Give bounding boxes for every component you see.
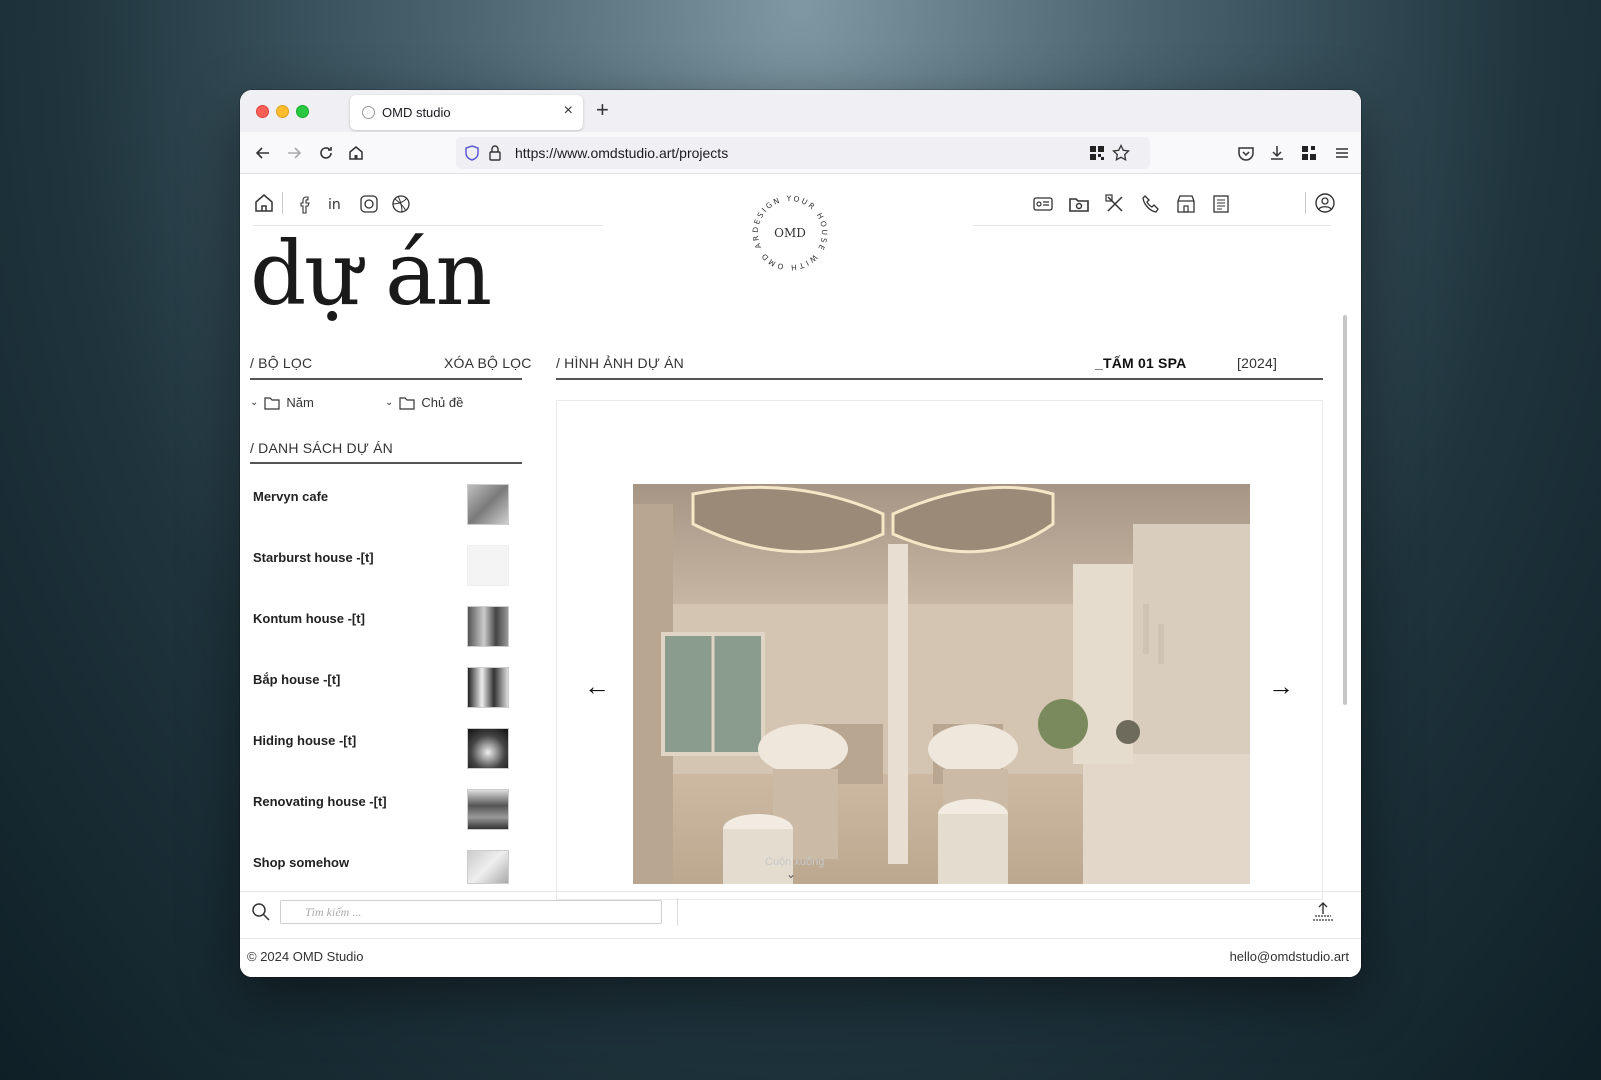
folder-search-icon[interactable] — [1068, 193, 1090, 215]
project-name: Bắp house -[t] — [253, 672, 341, 687]
phone-icon[interactable] — [1140, 193, 1162, 215]
navigation-bar: https://www.omdstudio.art/projects — [240, 132, 1361, 174]
year-filter-label: Năm — [286, 395, 314, 410]
project-name: Kontum house -[t] — [253, 611, 365, 626]
bottom-search-bar: Tìm kiếm ... — [240, 891, 1361, 931]
lock-icon[interactable] — [487, 144, 503, 162]
chevron-down-icon: ⌄ — [385, 397, 394, 408]
list-item[interactable]: Hiding house -[t] — [253, 728, 513, 770]
reload-icon[interactable] — [316, 143, 336, 163]
project-list-rule — [250, 462, 522, 464]
dribbble-icon[interactable] — [390, 193, 412, 215]
store-icon[interactable] — [1175, 193, 1197, 215]
download-icon[interactable] — [1267, 143, 1287, 163]
user-account-icon[interactable] — [1314, 192, 1336, 214]
linkedin-icon[interactable]: in — [326, 193, 348, 215]
search-icon[interactable] — [251, 902, 271, 922]
previous-arrow-icon[interactable]: ← — [584, 671, 610, 702]
pocket-icon[interactable] — [1236, 143, 1256, 163]
project-thumbnail — [467, 667, 509, 708]
gallery-label: / HÌNH ẢNH DỰ ÁN — [556, 355, 684, 371]
list-item[interactable]: Mervyn cafe — [253, 484, 513, 526]
forward-arrow-icon[interactable] — [284, 143, 304, 163]
divider — [282, 192, 283, 214]
project-name: Hiding house -[t] — [253, 733, 357, 748]
list-item[interactable]: Starburst house -[t] — [253, 545, 513, 587]
project-thumbnail — [467, 545, 509, 586]
browser-window: ◌ OMD studio × + https://www.omdstudio.a… — [240, 90, 1361, 977]
studio-logo[interactable]: DESIGN YOUR HOUSE WITH OMD ARCHITECT OMD — [747, 190, 833, 276]
project-name: Mervyn cafe — [253, 489, 329, 504]
topic-filter-label: Chủ đề — [421, 395, 464, 410]
url-bar[interactable]: https://www.omdstudio.art/projects — [456, 137, 1150, 169]
project-thumbnail — [467, 484, 509, 525]
page-footer: © 2024 OMD Studio hello@omdstudio.art — [240, 938, 1361, 977]
instagram-icon[interactable] — [358, 193, 380, 215]
project-name: Shop somehow — [253, 855, 350, 870]
project-thumbnail — [467, 789, 509, 830]
search-input[interactable]: Tìm kiếm ... — [280, 900, 662, 924]
clear-filter-button[interactable]: XÓA BỘ LỌC — [444, 355, 532, 371]
url-text: https://www.omdstudio.art/projects — [515, 145, 729, 161]
filter-rule — [250, 378, 522, 380]
facebook-icon[interactable] — [295, 193, 317, 215]
copyright-text: © 2024 OMD Studio — [247, 949, 364, 964]
page-scrollbar[interactable] — [1343, 315, 1347, 705]
divider — [1305, 192, 1306, 214]
project-list-label: / DANH SÁCH DỰ ÁN — [250, 440, 393, 456]
browser-tab[interactable]: ◌ OMD studio × — [350, 95, 583, 130]
logo-text: OMD — [774, 226, 806, 240]
bookmark-star-icon[interactable] — [1112, 144, 1130, 162]
topic-filter-dropdown[interactable]: ⌄ Chủ đề — [385, 395, 463, 410]
project-thumbnail — [467, 606, 509, 647]
project-name: Starburst house -[t] — [253, 550, 374, 565]
gallery-rule — [556, 378, 1323, 380]
design-tools-icon[interactable] — [1104, 193, 1126, 215]
next-arrow-icon[interactable]: → — [1268, 671, 1294, 702]
home-icon[interactable] — [253, 192, 275, 214]
web-page: in DESIGN YOUR HOUSE WITH OMD ARCHITECT … — [240, 174, 1361, 977]
chevron-down-icon[interactable]: ⌄ — [786, 867, 796, 881]
project-title: _TẤM 01 SPA — [1095, 355, 1187, 371]
back-arrow-icon[interactable] — [253, 143, 273, 163]
list-item[interactable]: Renovating house -[t] — [253, 789, 513, 831]
home-icon[interactable] — [346, 143, 366, 163]
folder-icon — [399, 396, 415, 410]
close-window-button[interactable] — [256, 105, 269, 118]
spa-render — [633, 484, 1250, 884]
project-thumbnail — [467, 728, 509, 769]
email-link[interactable]: hello@omdstudio.art — [1230, 949, 1349, 964]
extensions-icon[interactable] — [1299, 143, 1319, 163]
list-item[interactable]: Bắp house -[t] — [253, 667, 513, 709]
list-item[interactable]: Kontum house -[t] — [253, 606, 513, 648]
news-icon[interactable] — [1210, 193, 1232, 215]
filter-label: / BỘ LỌC — [250, 355, 313, 371]
contact-card-icon[interactable] — [1032, 193, 1054, 215]
back-to-top-icon[interactable] — [1311, 900, 1335, 924]
header-rule-right — [973, 225, 1331, 226]
menu-icon[interactable] — [1332, 143, 1352, 163]
folder-icon — [264, 396, 280, 410]
list-item[interactable]: Shop somehow — [253, 850, 513, 892]
tab-close-icon[interactable]: × — [564, 102, 573, 120]
tab-bar: ◌ OMD studio × + — [240, 90, 1361, 132]
project-year: [2024] — [1237, 355, 1278, 371]
tab-title: OMD studio — [382, 105, 451, 120]
chevron-down-icon: ⌄ — [250, 397, 259, 408]
page-title: dự án — [250, 222, 492, 325]
shield-icon[interactable] — [464, 145, 480, 161]
image-carousel: ← → Cuộn xuống ⌄ — [556, 400, 1323, 900]
minimize-window-button[interactable] — [276, 105, 289, 118]
project-image — [633, 484, 1250, 884]
year-filter-dropdown[interactable]: ⌄ Năm — [250, 395, 314, 410]
svg-text:in: in — [328, 197, 341, 213]
project-name: Renovating house -[t] — [253, 794, 387, 809]
project-thumbnail — [467, 850, 509, 884]
new-tab-button[interactable]: + — [596, 97, 609, 123]
favicon-icon: ◌ — [362, 106, 375, 119]
qr-code-icon[interactable] — [1089, 145, 1105, 161]
divider — [677, 898, 678, 926]
maximize-window-button[interactable] — [296, 105, 309, 118]
